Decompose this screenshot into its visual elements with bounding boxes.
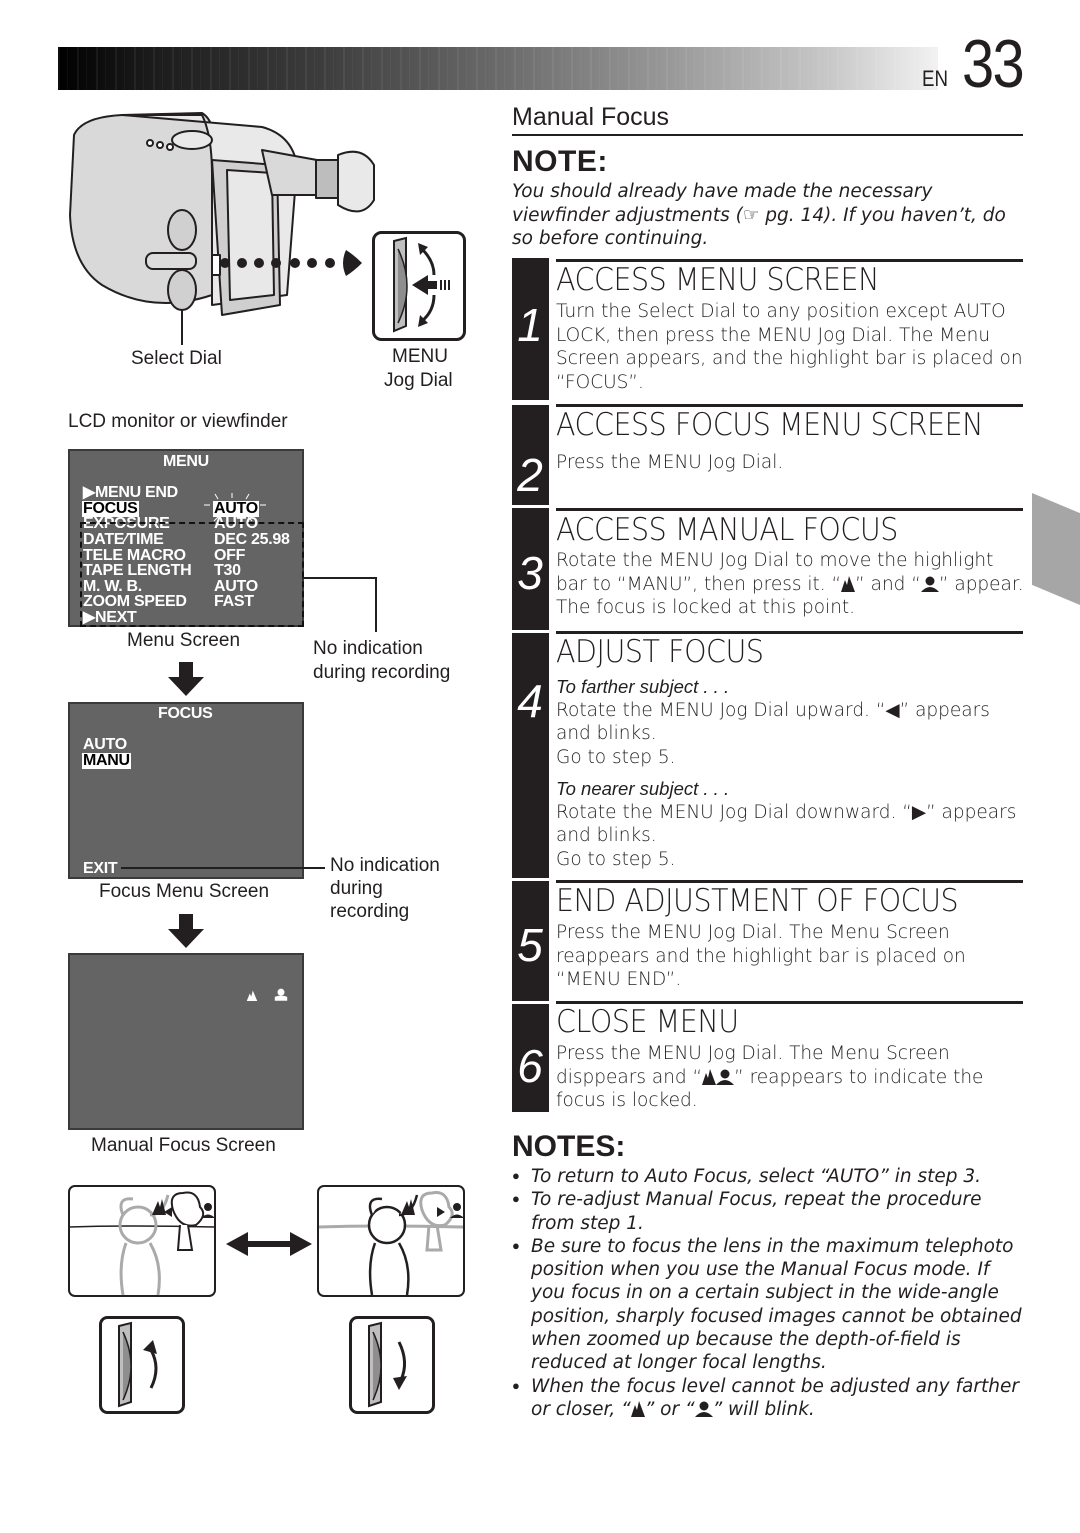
step-2-text: Press the MENU Jog Dial. [556,452,784,473]
note-item: To re-adjust Manual Focus, repeat the pr… [512,1188,1027,1235]
chapter-side-tab [1032,493,1080,605]
note-text: You should already have made the necessa… [512,181,1006,249]
jog-dial-down-icon[interactable] [349,1316,435,1414]
step-3-number: 3 [517,547,543,599]
menu-row[interactable]: TAPE LENGTH T30 [83,563,290,579]
menu-row[interactable]: ZOOM SPEED FAST [83,594,290,610]
step-4-bar [512,633,549,878]
step-6-number: 6 [517,1040,543,1092]
jog-dial-label: Jog Dial [384,370,453,391]
far-focus-icon [246,990,258,1001]
far-focus-icon [702,1068,717,1085]
down-arrow-icon [168,914,204,948]
manual-focus-screen-caption: Manual Focus Screen [91,1135,276,1156]
note-item: When the focus level cannot be adjusted … [512,1375,1027,1422]
near-focus-icon [694,1401,713,1417]
farther-goto: Go to step 5. [556,746,676,768]
step-4-number: 4 [517,675,543,727]
focus-screen-caption: Focus Menu Screen [99,881,270,902]
callout-line [121,867,325,869]
focus-option-manu[interactable]: MANU [82,753,131,769]
note-heading: NOTE: [512,145,608,178]
jog-dial-up-icon[interactable] [99,1316,185,1414]
section-title: Manual Focus [512,103,670,131]
page-language: EN [922,66,948,91]
menu-row[interactable]: M. W. B. AUTO [83,578,290,595]
near-focus-icon [920,576,939,592]
select-dial-label: Select Dial [131,348,222,369]
step-3-rule [556,508,1023,511]
menu-items-table: DATE⁄TIME DEC 25.98 TELE MACRO OFF TAPE LE… [83,532,290,626]
nearer-subject-text: Rotate the MENU Jog Dial downward. “▶” a… [556,801,1017,847]
step-2-number: 2 [517,449,543,501]
step-6-text: Press the MENU Jog Dial. The Menu Screen… [556,1043,984,1111]
note-item: Be sure to focus the lens in the maximum… [512,1235,1027,1375]
focus-screen-title: FOCUS [158,705,213,722]
down-arrow-icon [168,662,204,696]
header-gradient-bar [58,47,938,90]
manual-focus-screen [68,953,304,1130]
step-1-number: 1 [517,299,543,351]
focus-menu-screen: FOCUS AUTO MANU EXIT [68,702,304,879]
notes-list: To return to Auto Focus, select “AUTO” i… [512,1165,1027,1421]
far-focus-icon [841,575,856,592]
step-5-text: Press the MENU Jog Dial. The Menu Screen… [556,922,966,990]
step-2-title: ACCESS FOCUS MENU SCREEN [556,407,984,443]
step-3-title: ACCESS MANUAL FOCUS [556,512,898,548]
far-focus-icon [630,1400,645,1417]
section-divider [512,134,1023,136]
menu-row[interactable]: TELE MACRO OFF [83,547,290,564]
focus-exit[interactable]: EXIT [83,861,118,877]
menu-row[interactable]: ▶NEXT [83,610,290,626]
focus-option-auto[interactable]: AUTO [83,737,127,753]
focus-callout-line-1: No indication [330,855,440,876]
near-focus-icon [716,1069,735,1085]
page-number: 33 [962,26,1025,102]
callout-line [375,577,377,632]
step-5-title: END ADJUSTMENT OF FOCUS [556,883,959,919]
nearer-subject-label: To nearer subject . . . [556,778,730,799]
double-arrow-icon [226,1232,312,1256]
notes-heading: NOTES: [512,1130,626,1163]
menu-jog-dial-icon[interactable] [372,231,466,341]
step-1-text: Turn the Select Dial to any position exc… [556,301,1023,393]
focus-callout-line-3: recording [330,901,410,922]
step-3-text: Rotate the MENU Jog Dial to move the hig… [556,550,1024,618]
near-subject-illustration [317,1185,465,1297]
focus-callout-line-2: during [330,878,383,899]
menu-screen: MENU ▶MENU END FOCUS AUTO EXPOSURE AUTO … [68,449,304,627]
menu-screen-caption: Menu Screen [127,630,241,651]
menu-callout-text: No indication during recording [313,638,451,683]
nearer-goto: Go to step 5. [556,848,676,870]
farther-subject-label: To farther subject . . . [556,676,730,697]
step-6-title: CLOSE MENU [556,1004,739,1040]
step-4-title: ADJUST FOCUS [556,634,764,670]
menu-end-item[interactable]: ▶MENU END [83,485,178,501]
lcd-label: LCD monitor or viewfinder [68,411,288,432]
callout-line [302,577,377,579]
step-5-number: 5 [517,919,543,971]
step-4-text: To farther subject . . . Rotate the MENU… [556,675,1026,871]
menu-label: MENU [392,346,448,367]
step-1-title: ACCESS MENU SCREEN [556,262,879,298]
menu-row[interactable]: DATE⁄TIME DEC 25.98 [83,532,290,548]
near-focus-icon [274,988,288,1001]
note-item: To return to Auto Focus, select “AUTO” i… [512,1165,1027,1189]
far-subject-illustration [68,1185,216,1297]
menu-screen-title: MENU [163,453,209,470]
farther-subject-text: Rotate the MENU Jog Dial upward. “◀” app… [556,699,990,745]
